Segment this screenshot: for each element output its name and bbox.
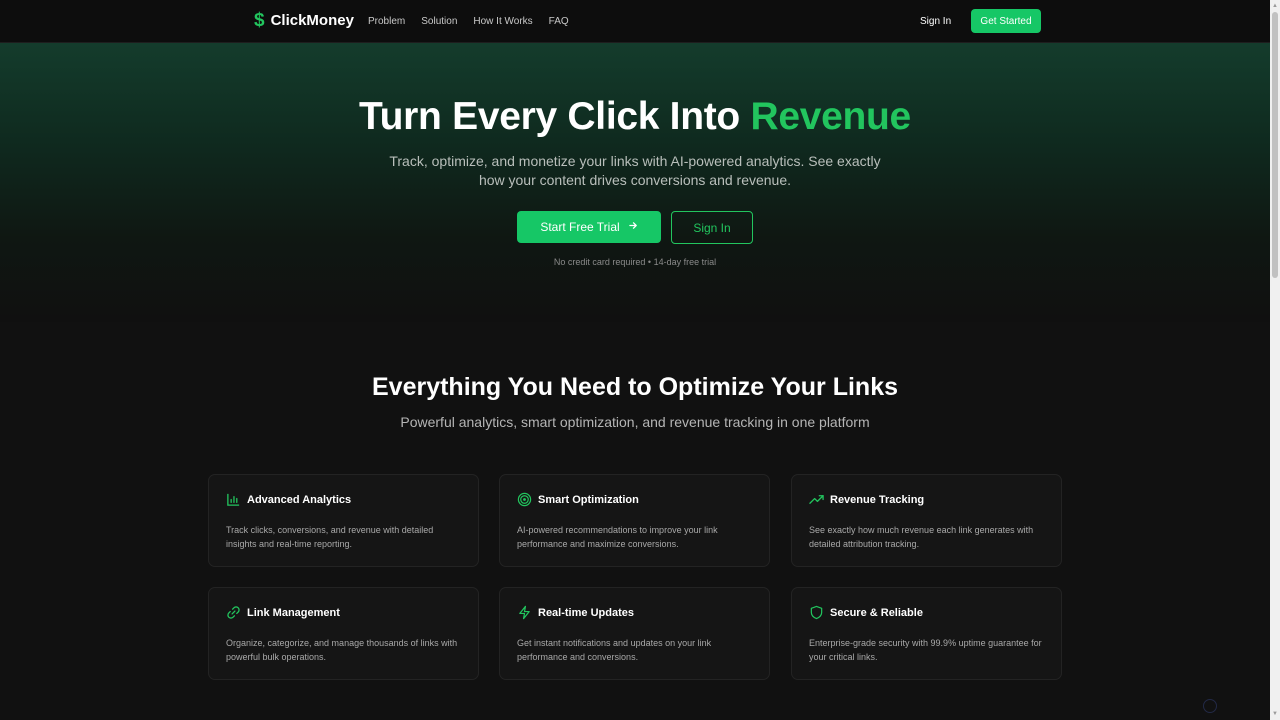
brand-name: ClickMoney xyxy=(270,12,354,29)
scroll-down-arrow-icon[interactable]: ▼ xyxy=(1271,710,1279,718)
top-navbar: $ ClickMoney Problem Solution How It Wor… xyxy=(0,0,1270,43)
nav-sign-in-link[interactable]: Sign In xyxy=(920,15,951,28)
card-description: See exactly how much revenue each link g… xyxy=(809,525,1034,549)
dollar-icon: $ xyxy=(254,10,265,31)
hero-title: Turn Every Click Into Revenue xyxy=(0,95,1270,139)
trending-up-icon xyxy=(809,492,824,507)
floating-widget-icon[interactable] xyxy=(1203,699,1217,713)
scroll-up-arrow-icon[interactable]: ▲ xyxy=(1271,2,1279,10)
card-title: Revenue Tracking xyxy=(830,493,925,506)
card-title: Secure & Reliable xyxy=(830,606,923,619)
nav-link-solution[interactable]: Solution xyxy=(421,15,457,28)
card-description: Organize, categorize, and manage thousan… xyxy=(226,638,458,662)
scrollbar-thumb[interactable] xyxy=(1272,12,1278,278)
page-scrollbar[interactable]: ▲ ▼ xyxy=(1270,0,1280,720)
feature-card-link-management: Link Management Organize, categorize, an… xyxy=(208,587,479,680)
feature-card-real-time-updates: Real-time Updates Get instant notificati… xyxy=(499,587,770,680)
hero-section: Turn Every Click Into Revenue Track, opt… xyxy=(0,43,1270,322)
shield-icon xyxy=(809,605,824,620)
feature-card-revenue-tracking: Revenue Tracking See exactly how much re… xyxy=(791,474,1062,567)
card-description: Enterprise-grade security with 99.9% upt… xyxy=(809,638,1042,662)
nav-link-how-it-works[interactable]: How It Works xyxy=(473,15,532,28)
feature-card-secure-reliable: Secure & Reliable Enterprise-grade secur… xyxy=(791,587,1062,680)
hero-title-accent: Revenue xyxy=(750,95,911,138)
target-icon xyxy=(517,492,532,507)
hero-sign-in-button[interactable]: Sign In xyxy=(671,211,753,244)
link-icon xyxy=(226,605,241,620)
features-title: Everything You Need to Optimize Your Lin… xyxy=(371,373,898,401)
card-description: Track clicks, conversions, and revenue w… xyxy=(226,525,434,549)
nav-link-problem[interactable]: Problem xyxy=(368,15,405,28)
nav-links: Problem Solution How It Works FAQ xyxy=(368,15,585,28)
feature-card-smart-optimization: Smart Optimization AI-powered recommenda… xyxy=(499,474,770,567)
nav-link-faq[interactable]: FAQ xyxy=(549,15,569,28)
start-free-trial-label: Start Free Trial xyxy=(540,220,620,234)
start-free-trial-button[interactable]: Start Free Trial xyxy=(517,211,661,243)
hero-title-main: Turn Every Click Into xyxy=(359,95,751,138)
card-description: AI-powered recommendations to improve yo… xyxy=(517,525,718,549)
card-title: Smart Optimization xyxy=(538,493,639,506)
hero-note: No credit card required • 14-day free tr… xyxy=(553,257,717,267)
card-title: Advanced Analytics xyxy=(247,493,352,506)
features-subtitle: Powerful analytics, smart optimization, … xyxy=(400,414,870,430)
bar-chart-icon xyxy=(226,492,241,507)
card-title: Real-time Updates xyxy=(538,606,634,619)
hero-subtitle: Track, optimize, and monetize your links… xyxy=(389,153,881,188)
brand-logo[interactable]: $ ClickMoney xyxy=(254,11,354,31)
card-title: Link Management xyxy=(247,606,340,619)
card-description: Get instant notifications and updates on… xyxy=(517,638,712,662)
get-started-button[interactable]: Get Started xyxy=(971,9,1041,33)
lightning-icon xyxy=(517,605,532,620)
feature-card-advanced-analytics: Advanced Analytics Track clicks, convers… xyxy=(208,474,479,567)
arrow-right-icon xyxy=(628,221,638,233)
